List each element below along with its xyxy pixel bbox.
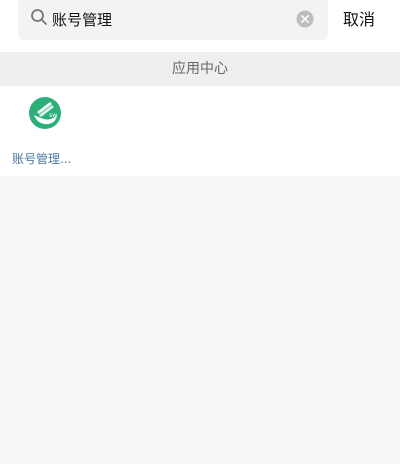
- svg-text:sw: sw: [49, 112, 57, 119]
- search-input[interactable]: [52, 0, 302, 40]
- search-bar: 取消: [0, 0, 400, 52]
- app-logo-icon: sw: [29, 97, 61, 129]
- search-screen: 取消 应用中心 sw 账号管理...: [0, 0, 400, 464]
- clear-icon[interactable]: [296, 10, 314, 28]
- search-icon: [31, 9, 47, 25]
- app-item-account-management[interactable]: sw 账号管理...: [6, 86, 86, 176]
- cancel-button[interactable]: 取消: [337, 0, 381, 40]
- search-results: sw 账号管理...: [0, 86, 400, 176]
- app-item-label: 账号管理...: [12, 152, 72, 166]
- search-field[interactable]: [18, 0, 328, 40]
- section-header-app-center: 应用中心: [0, 52, 400, 86]
